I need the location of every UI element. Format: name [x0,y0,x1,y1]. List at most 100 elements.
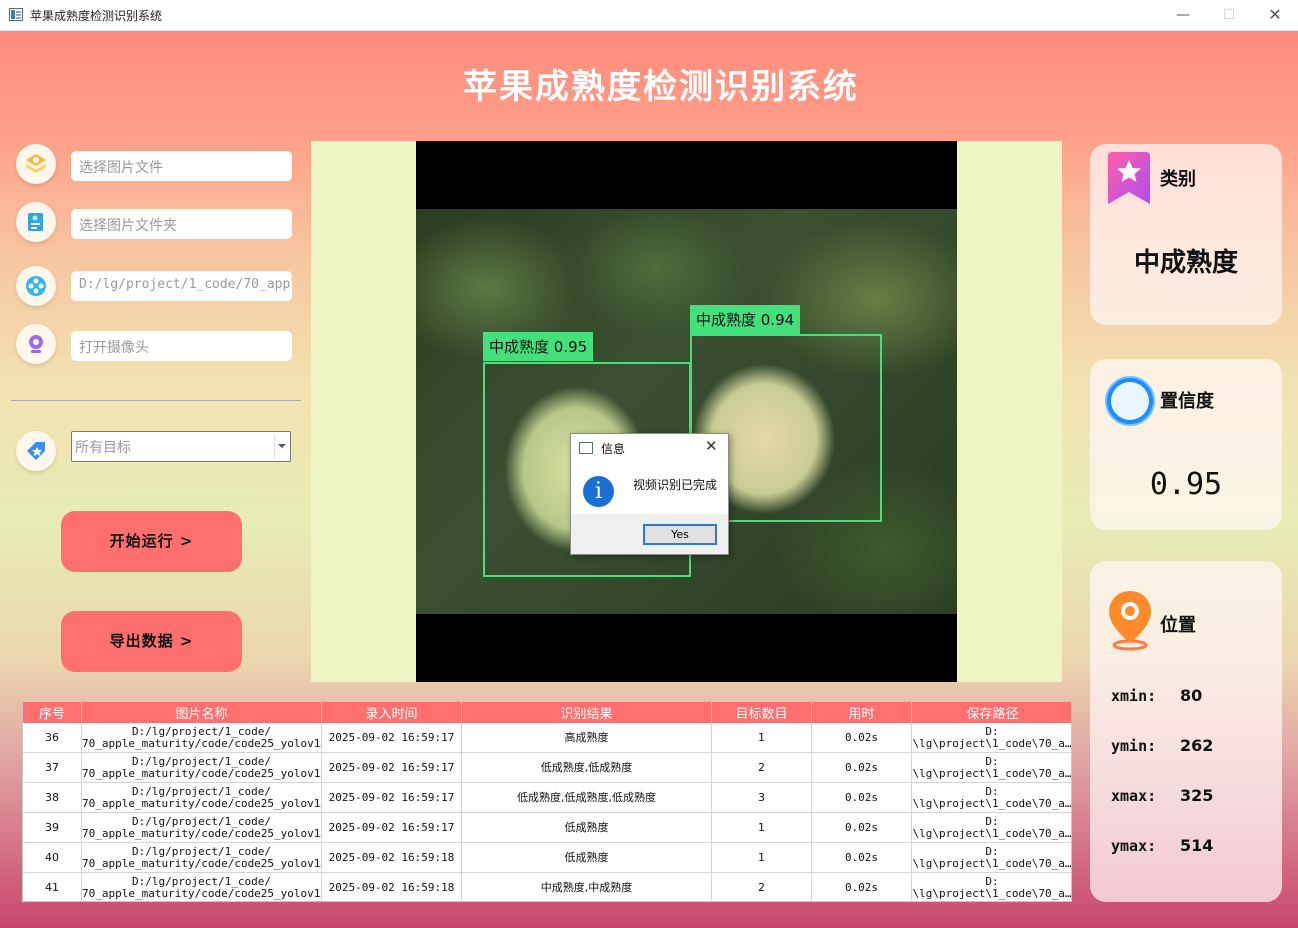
cell-path-line2: \lg\project\1_code\70_a… [912,827,1072,840]
xmax-label: xmax: [1111,787,1157,805]
xmin-label: xmin: [1111,687,1157,705]
table-row[interactable]: 36 D:/lg/project/1_code/70_apple_maturity… [23,723,1072,753]
confidence-card: 置信度 0.95 [1090,359,1282,530]
cell-id[interactable]: 39 [23,813,82,843]
cell-duration[interactable]: 0.02s [812,843,912,873]
page-title: 苹果成熟度检测识别系统 [463,67,859,107]
table-row[interactable]: 37 D:/lg/project/1_code/70_apple_maturity… [23,753,1072,783]
maximize-button[interactable]: ☐ [1206,0,1252,30]
cell-result[interactable]: 高成熟度 [462,723,712,753]
table-row[interactable]: 40 D:/lg/project/1_code/70_apple_maturity… [23,843,1072,873]
cell-name-line2: 70_apple_maturity/code/code25_yolov1… [82,797,322,810]
cell-name[interactable]: D:/lg/project/1_code/70_apple_maturity/c… [82,723,322,753]
cell-name[interactable]: D:/lg/project/1_code/70_apple_maturity/c… [82,873,322,901]
minimize-button[interactable]: — [1160,0,1206,30]
category-bookmark-icon [1108,152,1150,204]
image-file-field[interactable]: 选择图片文件 [71,151,292,181]
cell-path[interactable]: D: \lg\project\1_code\70_a… [912,723,1072,753]
category-value: 中成熟度 [1133,248,1238,278]
cell-result[interactable]: 低成熟度,低成熟度,低成熟度 [462,783,712,813]
window-titlebar: 苹果成熟度检测识别系统 — ☐ ✕ [0,0,1298,31]
cell-id[interactable]: 36 [23,723,82,753]
cell-path[interactable]: D: \lg\project\1_code\70_a… [912,843,1072,873]
cell-id[interactable]: 40 [23,843,82,873]
camera-icon[interactable] [16,324,56,364]
cell-count[interactable]: 1 [712,813,812,843]
image-file-icon[interactable] [16,144,56,184]
window-title: 苹果成熟度检测识别系统 [30,9,163,23]
cell-time[interactable]: 2025-09-02 16:59:17 [322,723,462,753]
info-dialog: 信息 ✕ i 视频识别已完成 Yes [570,433,729,555]
cell-count[interactable]: 3 [712,783,812,813]
cell-time[interactable]: 2025-09-02 16:59:18 [322,843,462,873]
cell-path-line2: \lg\project\1_code\70_a… [912,767,1072,780]
dialog-message: 视频识别已完成 [633,478,718,492]
dialog-close-button[interactable]: ✕ [705,437,718,455]
cell-path-line2: \lg\project\1_code\70_a… [912,737,1072,750]
cell-id[interactable]: 37 [23,753,82,783]
cell-time[interactable]: 2025-09-02 16:59:18 [322,873,462,901]
ymax-value: 514 [1180,836,1214,855]
table-row[interactable]: 38 D:/lg/project/1_code/70_apple_maturity… [23,783,1072,813]
cell-name-line2: 70_apple_maturity/code/code25_yolov1… [82,857,322,870]
category-title: 类别 [1160,169,1196,190]
cell-count[interactable]: 1 [712,843,812,873]
cell-id[interactable]: 41 [23,873,82,901]
left-divider [11,400,301,401]
video-icon[interactable] [16,266,56,306]
cell-result[interactable]: 低成熟度,低成熟度 [462,753,712,783]
window-close-button[interactable]: ✕ [1252,0,1298,30]
cell-count[interactable]: 2 [712,873,812,901]
target-select-value: 所有目标 [75,440,131,456]
cell-duration[interactable]: 0.02s [812,723,912,753]
ymax-label: ymax: [1111,837,1157,855]
cell-duration[interactable]: 0.02s [812,813,912,843]
ymin-value: 262 [1180,736,1214,755]
cell-path[interactable]: D: \lg\project\1_code\70_a… [912,783,1072,813]
cell-time[interactable]: 2025-09-02 16:59:17 [322,783,462,813]
cell-result[interactable]: 低成熟度 [462,843,712,873]
video-path-field[interactable]: D:/lg/project/1_code/70_apple_maturity [71,271,292,301]
cell-result[interactable]: 中成熟度,中成熟度 [462,873,712,901]
confidence-ring-icon [1105,376,1155,426]
cell-duration[interactable]: 0.02s [812,783,912,813]
chevron-down-icon[interactable] [274,435,288,458]
camera-field[interactable]: 打开摄像头 [71,331,292,361]
cell-path-line2: \lg\project\1_code\70_a… [912,797,1072,810]
cell-name-line2: 70_apple_maturity/code/code25_yolov1… [82,767,322,780]
cell-name[interactable]: D:/lg/project/1_code/70_apple_maturity/c… [82,783,322,813]
target-select[interactable]: 所有目标 [71,431,291,462]
dialog-app-icon [579,442,593,454]
cell-duration[interactable]: 0.02s [812,753,912,783]
cell-count[interactable]: 2 [712,753,812,783]
cell-path[interactable]: D: \lg\project\1_code\70_a… [912,813,1072,843]
cell-name[interactable]: D:/lg/project/1_code/70_apple_maturity/c… [82,753,322,783]
ymin-row: ymin: 262 [1111,736,1213,755]
cell-name[interactable]: D:/lg/project/1_code/70_apple_maturity/c… [82,843,322,873]
cell-path[interactable]: D: \lg\project\1_code\70_a… [912,873,1071,901]
table-row[interactable]: 39 D:/lg/project/1_code/70_apple_maturity… [23,813,1072,843]
cell-name-line2: 70_apple_maturity/code/code25_yolov1… [82,827,322,840]
results-table[interactable]: 序号 图片名称 录入时间 识别结果 目标数目 用时 保存路径 36 D:/lg/p… [22,701,1072,902]
cell-count[interactable]: 1 [712,723,812,753]
cell-duration[interactable]: 0.02s [812,873,912,901]
cell-path-line2: \lg\project\1_code\70_a… [912,857,1072,870]
export-button[interactable]: 导出数据 > [61,611,242,672]
cell-name-line2: 70_apple_maturity/code/code25_yolov1… [82,887,322,900]
cell-time[interactable]: 2025-09-02 16:59:17 [322,753,462,783]
ymax-row: ymax: 514 [1111,836,1213,855]
confidence-value: 0.95 [1149,467,1223,502]
cell-id[interactable]: 38 [23,783,82,813]
table-row[interactable]: 41 D:/lg/project/1_code/70_apple_maturity… [23,873,1071,901]
start-button[interactable]: 开始运行 > [61,511,242,572]
image-frame: 中成熟度 0.95 中成熟度 0.94 [416,141,957,682]
image-folder-icon[interactable] [16,202,56,242]
location-pin-icon [1109,591,1151,651]
cell-time[interactable]: 2025-09-02 16:59:17 [322,813,462,843]
image-folder-field[interactable]: 选择图片文件夹 [71,209,292,239]
cell-result[interactable]: 低成熟度 [462,813,712,843]
cell-path[interactable]: D: \lg\project\1_code\70_a… [912,753,1072,783]
cell-name-line2: 70_apple_maturity/code/code25_yolov1… [82,737,322,750]
cell-name[interactable]: D:/lg/project/1_code/70_apple_maturity/c… [82,813,322,843]
yes-button[interactable]: Yes [643,524,717,545]
